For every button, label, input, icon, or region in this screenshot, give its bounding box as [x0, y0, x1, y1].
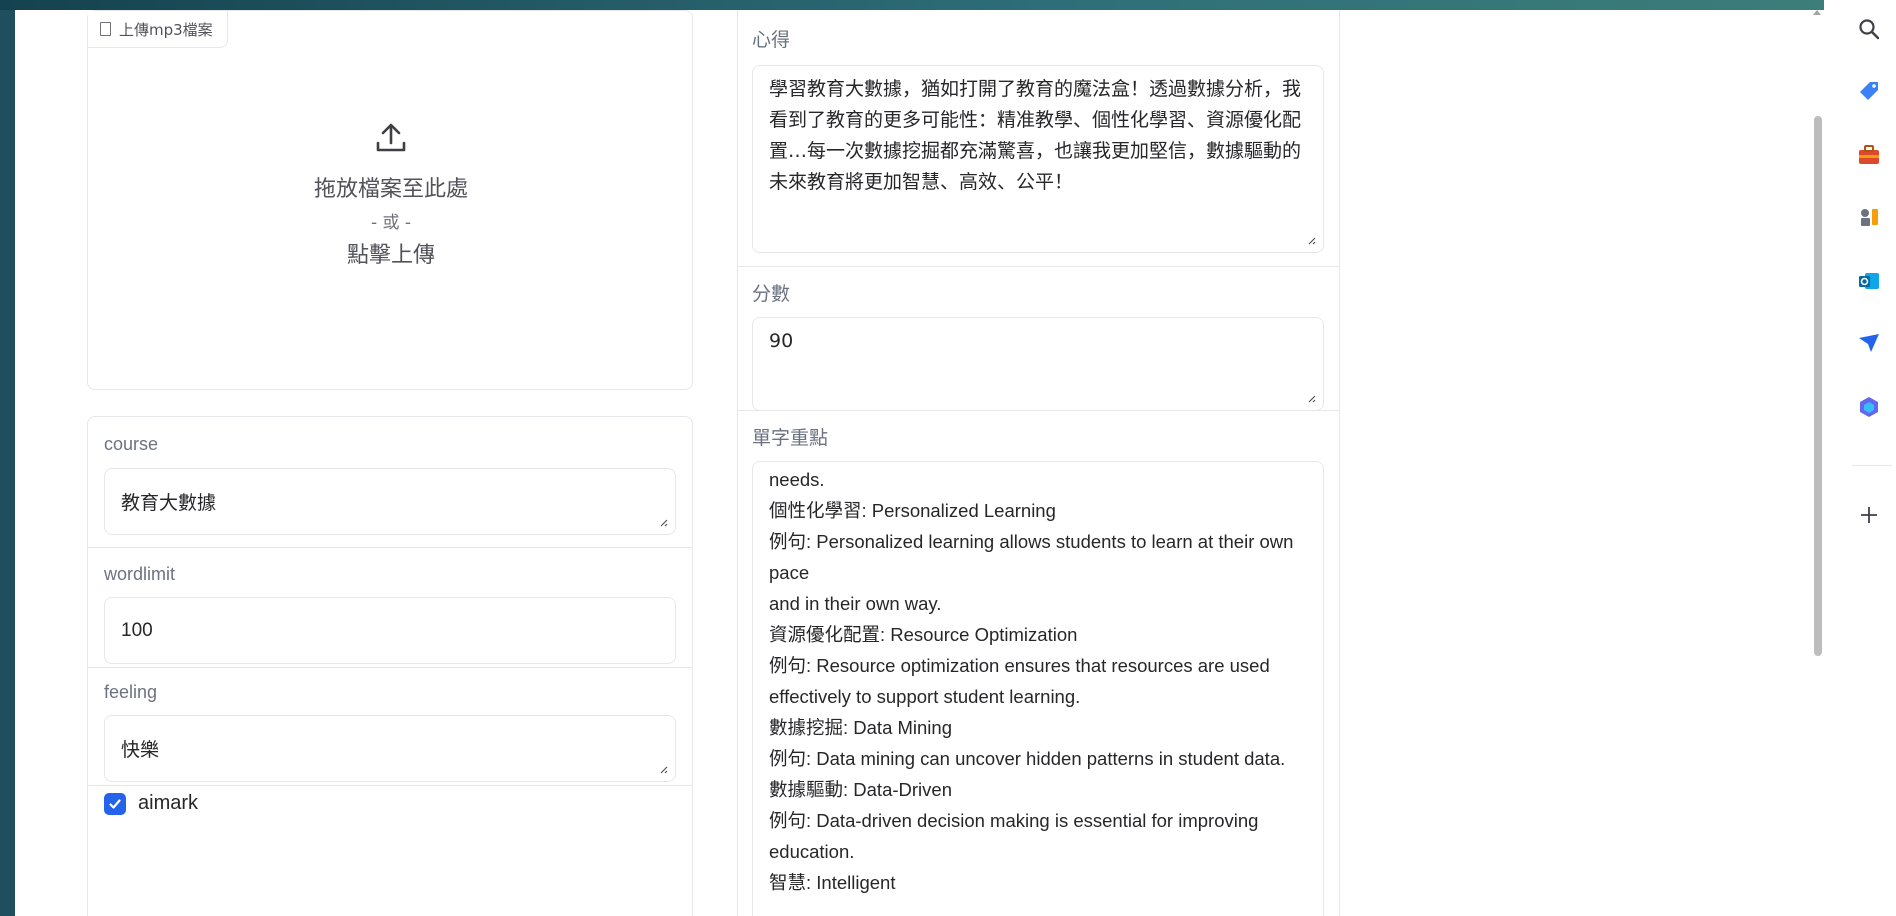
feeling-label: feeling — [104, 682, 158, 702]
resize-handle-icon[interactable] — [1306, 235, 1316, 245]
resize-handle-icon[interactable] — [658, 517, 668, 527]
vocab-label: 單字重點 — [752, 427, 829, 449]
vocab-line: and in their own way. — [769, 593, 942, 614]
course-label: course — [104, 434, 159, 454]
vocab-line: 數據驅動: Data-Driven — [769, 779, 952, 800]
window-top-strip — [0, 0, 1896, 10]
app-page: 上傳mp3檔案 拖放檔案至此處 - 或 - 點擊上傳 course 教育大數據 — [15, 10, 1824, 916]
feeling-value: 快樂 — [121, 740, 160, 761]
vocab-line: 智慧: Intelligent — [769, 872, 896, 893]
click-upload-text[interactable]: 點擊上傳 — [88, 239, 694, 273]
send-icon[interactable] — [1856, 330, 1882, 356]
field-divider — [88, 547, 692, 548]
score-textarea[interactable]: 90 — [752, 317, 1324, 411]
vocab-line: needs. — [769, 469, 825, 490]
vocab-line: education. — [769, 841, 855, 862]
vocab-line: 例句: Data mining can uncover hidden patte… — [769, 748, 1286, 769]
rail-divider — [1852, 465, 1892, 466]
field-divider — [88, 785, 692, 786]
score-value: 90 — [769, 330, 794, 352]
browser-sidebar — [1824, 0, 1896, 916]
tag-icon[interactable] — [1856, 78, 1882, 104]
vocab-line: 例句: Personalized learning allows student… — [769, 531, 1294, 583]
upload-dropzone[interactable]: 拖放檔案至此處 - 或 - 點擊上傳 — [88, 121, 694, 273]
briefcase-icon[interactable] — [1856, 142, 1882, 168]
aimark-label: aimark — [138, 792, 199, 814]
scrollbar-thumb[interactable] — [1814, 116, 1822, 656]
reflection-text: 學習教育大數據，猶如打開了教育的魔法盒！透過數據分析，我看到了教育的更多可能性：… — [769, 78, 1302, 193]
score-block: 分數 90 — [737, 267, 1340, 411]
vocab-line: 例句: Resource optimization ensures that r… — [769, 655, 1270, 676]
upload-label: 上傳mp3檔案 — [119, 20, 213, 39]
vocab-line: effectively to support student learning. — [769, 686, 1081, 707]
vocab-line: 例句: Data-driven decision making is essen… — [769, 810, 1259, 831]
search-icon[interactable] — [1856, 16, 1882, 42]
vocab-textarea[interactable]: needs. 個性化學習: Personalized Learning 例句: … — [752, 461, 1324, 916]
resize-handle-icon[interactable] — [658, 764, 668, 774]
course-value: 教育大數據 — [121, 493, 217, 514]
resize-handle-icon[interactable] — [1306, 393, 1316, 403]
vocab-line: 資源優化配置: Resource Optimization — [769, 624, 1078, 645]
vocab-block: 單字重點 needs. 個性化學習: Personalized Learning… — [737, 411, 1340, 916]
aimark-checkbox[interactable] — [104, 792, 126, 815]
drop-text: 拖放檔案至此處 — [313, 177, 468, 202]
aimark-checkbox-row[interactable]: aimark — [104, 792, 198, 815]
chess-icon[interactable] — [1856, 204, 1882, 230]
output-column: 心得 學習教育大數據，猶如打開了教育的魔法盒！透過數據分析，我看到了教育的更多可… — [737, 10, 1340, 916]
wordlimit-label: wordlimit — [104, 564, 176, 584]
course-input[interactable]: 教育大數據 — [104, 468, 676, 535]
feeling-input[interactable]: 快樂 — [104, 715, 676, 782]
vocab-line: 個性化學習: Personalized Learning — [769, 500, 1056, 521]
wordlimit-input[interactable]: 100 — [104, 597, 676, 664]
reflection-textarea[interactable]: 學習教育大數據，猶如打開了教育的魔法盒！透過數據分析，我看到了教育的更多可能性：… — [752, 65, 1324, 253]
settings-panel: course 教育大數據 wordlimit 100 feeling 快樂 ai… — [87, 416, 693, 916]
or-text: - 或 - — [370, 213, 412, 233]
file-icon — [100, 22, 111, 36]
check-icon — [109, 798, 121, 809]
add-icon[interactable] — [1856, 502, 1882, 528]
upload-icon — [376, 123, 406, 152]
score-label: 分數 — [752, 283, 791, 305]
wordlimit-value: 100 — [121, 619, 153, 641]
page-scrollbar[interactable] — [1810, 10, 1824, 916]
field-divider — [88, 667, 692, 668]
scroll-up-arrow-icon[interactable] — [1813, 10, 1821, 15]
reflection-label: 心得 — [752, 29, 791, 51]
reflection-block: 心得 學習教育大數據，猶如打開了教育的魔法盒！透過數據分析，我看到了教育的更多可… — [737, 10, 1340, 267]
upload-label-tag: 上傳mp3檔案 — [88, 11, 228, 48]
copilot-icon[interactable] — [1856, 394, 1882, 420]
upload-panel[interactable]: 上傳mp3檔案 拖放檔案至此處 - 或 - 點擊上傳 — [87, 10, 693, 390]
vocab-line: 數據挖掘: Data Mining — [769, 717, 952, 738]
outlook-icon[interactable] — [1856, 268, 1882, 294]
